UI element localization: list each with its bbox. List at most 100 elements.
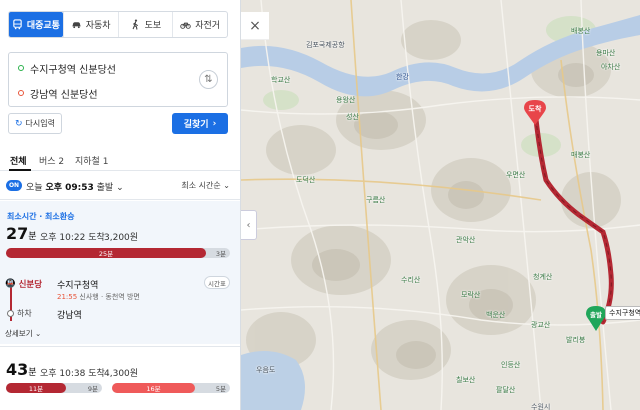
- directions-panel: 대중교통 자동차 도보 자전거 수지구청역 신분당선 강남역 신분당선 ⇅ ↻ …: [0, 0, 241, 410]
- start-station-label: 수지구청역: [605, 306, 640, 320]
- swap-route-button[interactable]: ⇅: [199, 70, 218, 89]
- map-label: 우면산: [506, 171, 526, 179]
- close-panel-button[interactable]: ×: [241, 12, 269, 40]
- chevron-right-icon: ›: [212, 118, 217, 129]
- board-station: 수지구청역: [57, 281, 99, 291]
- chevron-down-icon: ⌄: [116, 183, 124, 193]
- map-label: 매봉산: [571, 151, 591, 159]
- result-tag: 최소시간 · 최소환승: [7, 212, 75, 221]
- sort-label: 최소 시간순: [181, 181, 221, 190]
- departure-suffix: 출발: [96, 183, 114, 193]
- map-label: 청계산: [533, 273, 553, 281]
- result-arrival: 오후 10:22 도착: [40, 233, 105, 243]
- end-field[interactable]: 강남역 신분당선: [18, 86, 98, 101]
- start-value: 수지구청역 신분당선: [30, 64, 116, 76]
- destination-pin-label: 도착: [529, 104, 542, 113]
- mode-label: 자전거: [195, 21, 221, 31]
- collapse-panel-button[interactable]: ‹: [241, 210, 257, 240]
- map-label: 용왕산: [336, 96, 356, 104]
- map-label: 칠보산: [456, 376, 476, 384]
- map-label: 백운산: [486, 311, 506, 319]
- mode-bicycle-button[interactable]: 자전거: [172, 12, 227, 37]
- alight-dot-icon: [7, 310, 14, 317]
- map-label: 학교산: [271, 76, 291, 84]
- destination-pin[interactable]: 도착: [524, 100, 546, 126]
- map-label: 모락산: [461, 291, 481, 299]
- result-duration: 27분: [6, 224, 37, 243]
- start-field[interactable]: 수지구청역 신분당선: [18, 61, 116, 76]
- train-info: 21:55 신사행 · 동천역 방면: [57, 293, 140, 301]
- end-value: 강남역 신분당선: [30, 89, 98, 101]
- realtime-toggle[interactable]: ON: [6, 180, 22, 191]
- chevron-down-icon: ⌄: [35, 329, 42, 338]
- map-label: 아차산: [601, 63, 621, 71]
- tab-bus[interactable]: 버스 2: [39, 154, 64, 167]
- line-badge: 🚇 신분당: [5, 279, 43, 290]
- reset-label: 다시입력: [25, 119, 55, 128]
- mode-label: 대중교통: [26, 21, 60, 31]
- sort-select[interactable]: 최소 시간순 ⌄: [181, 180, 230, 191]
- map-label: 성산: [346, 113, 359, 121]
- swap-icon: ⇅: [204, 74, 213, 85]
- mode-label: 도보: [144, 21, 162, 31]
- map-label: 우음도: [256, 366, 276, 374]
- map-label: 수리산: [401, 276, 421, 284]
- map-label: 배봉산: [571, 27, 591, 35]
- map-label: 관악산: [456, 236, 476, 244]
- tab-subway[interactable]: 지하철 1: [75, 154, 108, 167]
- car-icon: [72, 22, 81, 29]
- map-label: 구름산: [366, 196, 386, 204]
- result-tabs: 전체 버스 2 지하철 1: [0, 149, 240, 171]
- map-label: 발리봉: [566, 336, 586, 344]
- map-label: 광교산: [531, 321, 551, 329]
- mode-label: 자동차: [85, 21, 111, 31]
- result-duration: 43분: [6, 360, 37, 379]
- map-label: 팔달산: [496, 386, 516, 394]
- chevron-left-icon: ‹: [246, 219, 251, 231]
- timetable-button[interactable]: 시간표: [204, 276, 230, 289]
- walk-icon: [132, 19, 138, 30]
- subway-icon: 🚇: [5, 279, 16, 289]
- departure-prefix: 오늘: [26, 183, 43, 193]
- departure-time: 오후 09:53: [45, 183, 94, 193]
- reset-button[interactable]: ↻ 다시입력: [8, 113, 62, 134]
- alight-station: 강남역: [57, 311, 82, 321]
- segment-bus-bar: 16분: [112, 383, 195, 393]
- find-route-button[interactable]: 길찾기 ›: [172, 113, 228, 134]
- alight-label: 하차: [17, 309, 32, 318]
- find-label: 길찾기: [183, 120, 209, 130]
- mode-transit-button[interactable]: 대중교통: [9, 12, 63, 37]
- map-label: 인등산: [501, 361, 521, 369]
- chevron-down-icon: ⌄: [223, 181, 230, 190]
- map-label: 김포국제공항: [306, 41, 345, 49]
- transport-mode-tabs: 대중교통 자동차 도보 자전거: [8, 11, 228, 38]
- route-input-box: 수지구청역 신분당선 강남역 신분당선 ⇅: [8, 52, 228, 107]
- bicycle-icon: [180, 22, 191, 29]
- map-view[interactable]: 한강 김포국제공항 배봉산 용마산 아차산 매봉산 우면산 관악산 청계산 인등…: [241, 0, 640, 410]
- map-label: 도덕산: [296, 176, 316, 184]
- segment-bus-bar: 11분: [6, 383, 66, 393]
- map-terrain: [241, 0, 640, 410]
- start-pin-label: 출발: [590, 310, 602, 319]
- departure-time-select[interactable]: 오늘 오후 09:53 출발 ⌄: [26, 180, 124, 193]
- end-dot-icon: [18, 90, 24, 96]
- start-pin[interactable]: 출발: [586, 306, 606, 332]
- close-icon: ×: [249, 17, 261, 34]
- bus-icon: [13, 19, 22, 30]
- mode-car-button[interactable]: 자동차: [62, 12, 118, 37]
- tab-all[interactable]: 전체: [10, 154, 27, 167]
- result-fare: 3,200원: [104, 233, 139, 243]
- result-fare: 4,300원: [104, 369, 139, 379]
- map-label: 한강: [396, 73, 409, 81]
- details-link[interactable]: 상세보기 ⌄: [5, 328, 41, 339]
- route-result-2[interactable]: 43분 오후 10:38 도착 4,300원 9분 11분 5분 16분: [0, 346, 240, 410]
- segment-subway-bar: 25분: [6, 248, 206, 258]
- route-result-1[interactable]: 최소시간 · 최소환승 27분 오후 10:22 도착 3,200원 3분 25…: [0, 201, 240, 344]
- result-arrival: 오후 10:38 도착: [40, 369, 105, 379]
- refresh-icon: ↻: [15, 118, 23, 129]
- map-label: 용마산: [596, 49, 616, 57]
- mode-walk-button[interactable]: 도보: [117, 12, 173, 37]
- options-row: ON 오늘 오후 09:53 출발 ⌄ 최소 시간순 ⌄: [0, 172, 240, 200]
- active-tab-indicator: [9, 169, 31, 171]
- map-label: 수원시: [531, 403, 551, 410]
